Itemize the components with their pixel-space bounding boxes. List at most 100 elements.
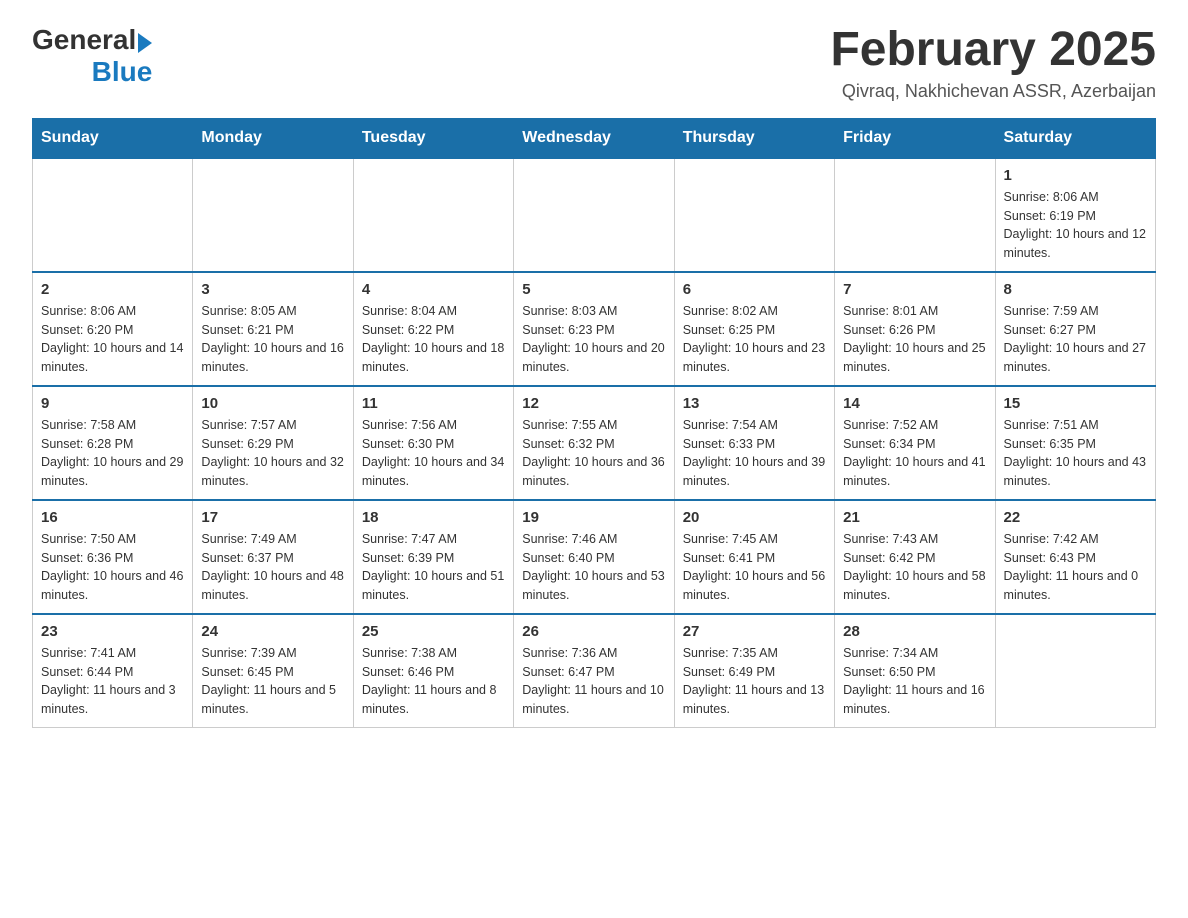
- calendar-cell: 11 Sunrise: 7:56 AMSunset: 6:30 PMDayligh…: [353, 386, 513, 500]
- day-number: 8: [1004, 281, 1147, 298]
- day-number: 3: [201, 281, 344, 298]
- calendar-week-row: 2 Sunrise: 8:06 AMSunset: 6:20 PMDaylight…: [33, 272, 1156, 386]
- day-number: 28: [843, 623, 986, 640]
- day-number: 16: [41, 509, 184, 526]
- day-info: Sunrise: 7:50 AMSunset: 6:36 PMDaylight:…: [41, 530, 184, 605]
- calendar-body: 1 Sunrise: 8:06 AMSunset: 6:19 PMDaylight…: [33, 158, 1156, 728]
- calendar-header: SundayMondayTuesdayWednesdayThursdayFrid…: [33, 118, 1156, 158]
- calendar-cell: [995, 614, 1155, 728]
- day-number: 27: [683, 623, 826, 640]
- day-number: 11: [362, 395, 505, 412]
- day-info: Sunrise: 7:42 AMSunset: 6:43 PMDaylight:…: [1004, 530, 1147, 605]
- day-number: 25: [362, 623, 505, 640]
- calendar-cell: 3 Sunrise: 8:05 AMSunset: 6:21 PMDaylight…: [193, 272, 353, 386]
- day-number: 19: [522, 509, 665, 526]
- calendar-cell: [514, 158, 674, 272]
- day-info: Sunrise: 7:51 AMSunset: 6:35 PMDaylight:…: [1004, 416, 1147, 491]
- calendar-cell: 4 Sunrise: 8:04 AMSunset: 6:22 PMDaylight…: [353, 272, 513, 386]
- day-info: Sunrise: 8:03 AMSunset: 6:23 PMDaylight:…: [522, 302, 665, 377]
- calendar-cell: 15 Sunrise: 7:51 AMSunset: 6:35 PMDayligh…: [995, 386, 1155, 500]
- calendar-cell: 9Sunrise: 7:58 AMSunset: 6:28 PMDaylight…: [33, 386, 193, 500]
- day-info: Sunrise: 8:06 AMSunset: 6:19 PMDaylight:…: [1004, 188, 1147, 263]
- calendar-cell: 13 Sunrise: 7:54 AMSunset: 6:33 PMDayligh…: [674, 386, 834, 500]
- day-number: 13: [683, 395, 826, 412]
- logo-general-text: General: [32, 24, 136, 56]
- day-info: Sunrise: 7:43 AMSunset: 6:42 PMDaylight:…: [843, 530, 986, 605]
- logo-blue-text: Blue: [92, 56, 153, 88]
- calendar-cell: 18 Sunrise: 7:47 AMSunset: 6:39 PMDayligh…: [353, 500, 513, 614]
- day-number: 1: [1004, 167, 1147, 184]
- calendar-cell: [353, 158, 513, 272]
- calendar-cell: [674, 158, 834, 272]
- day-number: 12: [522, 395, 665, 412]
- calendar-cell: 7 Sunrise: 8:01 AMSunset: 6:26 PMDaylight…: [835, 272, 995, 386]
- calendar-cell: 6Sunrise: 8:02 AMSunset: 6:25 PMDaylight…: [674, 272, 834, 386]
- day-info: Sunrise: 7:45 AMSunset: 6:41 PMDaylight:…: [683, 530, 826, 605]
- calendar-cell: 26Sunrise: 7:36 AMSunset: 6:47 PMDayligh…: [514, 614, 674, 728]
- day-number: 10: [201, 395, 344, 412]
- day-info: Sunrise: 8:06 AMSunset: 6:20 PMDaylight:…: [41, 302, 184, 377]
- calendar-cell: [193, 158, 353, 272]
- calendar-week-row: 1 Sunrise: 8:06 AMSunset: 6:19 PMDaylight…: [33, 158, 1156, 272]
- day-number: 7: [843, 281, 986, 298]
- calendar-cell: 28Sunrise: 7:34 AMSunset: 6:50 PMDayligh…: [835, 614, 995, 728]
- day-number: 24: [201, 623, 344, 640]
- calendar-cell: 16 Sunrise: 7:50 AMSunset: 6:36 PMDayligh…: [33, 500, 193, 614]
- calendar-header-monday: Monday: [193, 118, 353, 158]
- day-number: 22: [1004, 509, 1147, 526]
- day-number: 18: [362, 509, 505, 526]
- day-info: Sunrise: 7:58 AMSunset: 6:28 PMDaylight:…: [41, 416, 184, 491]
- day-number: 2: [41, 281, 184, 298]
- calendar-cell: 19Sunrise: 7:46 AMSunset: 6:40 PMDayligh…: [514, 500, 674, 614]
- calendar-cell: 22 Sunrise: 7:42 AMSunset: 6:43 PMDayligh…: [995, 500, 1155, 614]
- day-number: 5: [522, 281, 665, 298]
- calendar-cell: 8 Sunrise: 7:59 AMSunset: 6:27 PMDaylight…: [995, 272, 1155, 386]
- calendar-cell: 12Sunrise: 7:55 AMSunset: 6:32 PMDayligh…: [514, 386, 674, 500]
- day-info: Sunrise: 7:47 AMSunset: 6:39 PMDaylight:…: [362, 530, 505, 605]
- calendar-cell: 25 Sunrise: 7:38 AMSunset: 6:46 PMDayligh…: [353, 614, 513, 728]
- day-info: Sunrise: 7:36 AMSunset: 6:47 PMDaylight:…: [522, 644, 665, 719]
- calendar-header-wednesday: Wednesday: [514, 118, 674, 158]
- day-info: Sunrise: 8:05 AMSunset: 6:21 PMDaylight:…: [201, 302, 344, 377]
- day-info: Sunrise: 7:35 AMSunset: 6:49 PMDaylight:…: [683, 644, 826, 719]
- calendar-week-row: 9Sunrise: 7:58 AMSunset: 6:28 PMDaylight…: [33, 386, 1156, 500]
- day-info: Sunrise: 7:38 AMSunset: 6:46 PMDaylight:…: [362, 644, 505, 719]
- day-info: Sunrise: 8:04 AMSunset: 6:22 PMDaylight:…: [362, 302, 505, 377]
- calendar-cell: 23 Sunrise: 7:41 AMSunset: 6:44 PMDayligh…: [33, 614, 193, 728]
- calendar-cell: 17Sunrise: 7:49 AMSunset: 6:37 PMDayligh…: [193, 500, 353, 614]
- day-number: 15: [1004, 395, 1147, 412]
- day-number: 23: [41, 623, 184, 640]
- calendar-cell: [33, 158, 193, 272]
- calendar-header-saturday: Saturday: [995, 118, 1155, 158]
- calendar-table: SundayMondayTuesdayWednesdayThursdayFrid…: [32, 118, 1156, 728]
- day-info: Sunrise: 7:56 AMSunset: 6:30 PMDaylight:…: [362, 416, 505, 491]
- title-block: February 2025 Qivraq, Nakhichevan ASSR, …: [830, 24, 1156, 102]
- logo: General Blue: [32, 24, 152, 88]
- calendar-cell: 21Sunrise: 7:43 AMSunset: 6:42 PMDayligh…: [835, 500, 995, 614]
- day-info: Sunrise: 7:57 AMSunset: 6:29 PMDaylight:…: [201, 416, 344, 491]
- calendar-cell: 14Sunrise: 7:52 AMSunset: 6:34 PMDayligh…: [835, 386, 995, 500]
- calendar-header-friday: Friday: [835, 118, 995, 158]
- day-number: 20: [683, 509, 826, 526]
- day-number: 17: [201, 509, 344, 526]
- day-info: Sunrise: 7:54 AMSunset: 6:33 PMDaylight:…: [683, 416, 826, 491]
- day-info: Sunrise: 7:41 AMSunset: 6:44 PMDaylight:…: [41, 644, 184, 719]
- day-number: 6: [683, 281, 826, 298]
- calendar-header-row: SundayMondayTuesdayWednesdayThursdayFrid…: [33, 118, 1156, 158]
- calendar-header-tuesday: Tuesday: [353, 118, 513, 158]
- calendar-cell: 20 Sunrise: 7:45 AMSunset: 6:41 PMDayligh…: [674, 500, 834, 614]
- day-info: Sunrise: 8:01 AMSunset: 6:26 PMDaylight:…: [843, 302, 986, 377]
- day-info: Sunrise: 7:59 AMSunset: 6:27 PMDaylight:…: [1004, 302, 1147, 377]
- calendar-cell: 5 Sunrise: 8:03 AMSunset: 6:23 PMDaylight…: [514, 272, 674, 386]
- calendar-cell: [835, 158, 995, 272]
- calendar-cell: 10 Sunrise: 7:57 AMSunset: 6:29 PMDayligh…: [193, 386, 353, 500]
- day-info: Sunrise: 7:52 AMSunset: 6:34 PMDaylight:…: [843, 416, 986, 491]
- calendar-header-sunday: Sunday: [33, 118, 193, 158]
- page-title: February 2025: [830, 24, 1156, 77]
- day-number: 4: [362, 281, 505, 298]
- calendar-cell: 27 Sunrise: 7:35 AMSunset: 6:49 PMDayligh…: [674, 614, 834, 728]
- day-info: Sunrise: 7:39 AMSunset: 6:45 PMDaylight:…: [201, 644, 344, 719]
- calendar-week-row: 16 Sunrise: 7:50 AMSunset: 6:36 PMDayligh…: [33, 500, 1156, 614]
- calendar-header-thursday: Thursday: [674, 118, 834, 158]
- calendar-cell: 2 Sunrise: 8:06 AMSunset: 6:20 PMDaylight…: [33, 272, 193, 386]
